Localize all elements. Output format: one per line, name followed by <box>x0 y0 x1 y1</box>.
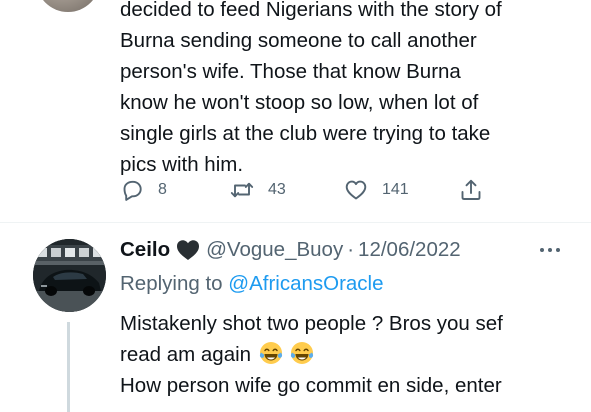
display-name[interactable]: Ceilo <box>120 238 170 262</box>
car-photo <box>33 239 106 312</box>
user-handle[interactable]: @Vogue_Buoy <box>206 238 343 262</box>
tweet-text-line: person's wife. Those that know Burna <box>120 60 461 83</box>
tears-of-joy-emoji-icon <box>291 342 314 364</box>
reply-icon <box>123 180 142 201</box>
retweet-icon <box>230 182 254 198</box>
reply-text-line: How person wife go commit en side, enter <box>120 374 502 397</box>
replying-to-mention-link[interactable]: @AfricansOracle <box>228 272 383 295</box>
heart-icon <box>345 180 367 200</box>
author-avatar[interactable] <box>36 0 100 12</box>
replying-to-prefix: Replying to <box>120 272 223 295</box>
tweet-text-line: single girls at the club were trying to … <box>120 122 491 145</box>
retweet-button[interactable]: 43 <box>230 172 286 208</box>
reply-count: 8 <box>158 181 167 198</box>
share-icon <box>461 179 481 200</box>
reply-text-line: Mistakenly shot two people ? Bros you se… <box>120 312 503 335</box>
tweet-text-line: know he won't stoop so low, when lot of <box>120 91 479 114</box>
reply-text-line-with-emoji: read am again <box>120 339 580 370</box>
reply-tweet-text: Mistakenly shot two people ? Bros you se… <box>120 308 580 401</box>
tweet-date[interactable]: 12/06/2022 <box>358 238 461 262</box>
reply-author-avatar[interactable] <box>33 239 106 312</box>
like-count: 141 <box>382 181 409 198</box>
header-separator: · <box>347 238 355 261</box>
reply-button[interactable]: 8 <box>120 172 167 208</box>
share-button[interactable] <box>459 172 483 208</box>
thread-connector-line <box>67 322 70 412</box>
tweet-text-line: Burna sending someone to call another <box>120 29 477 52</box>
retweet-count: 43 <box>268 181 286 198</box>
reply-text-line: read am again <box>120 343 252 366</box>
tweet-actions-bar: 8 43 141 <box>118 172 578 208</box>
tweet-text-line: decided to feed Nigerians with the story… <box>120 0 502 21</box>
tweet-divider <box>0 222 591 223</box>
like-button[interactable]: 141 <box>344 172 409 208</box>
reply-header: Ceilo @Vogue_Buoy · 12/06/2022 <box>120 234 461 266</box>
replying-to-label: Replying to @AfricansOracle <box>120 268 384 300</box>
black-heart-emoji-icon <box>177 240 200 260</box>
more-options-icon[interactable] <box>536 240 564 260</box>
tweet-text: decided to feed Nigerians with the story… <box>120 0 580 180</box>
tears-of-joy-emoji-icon <box>259 342 282 364</box>
